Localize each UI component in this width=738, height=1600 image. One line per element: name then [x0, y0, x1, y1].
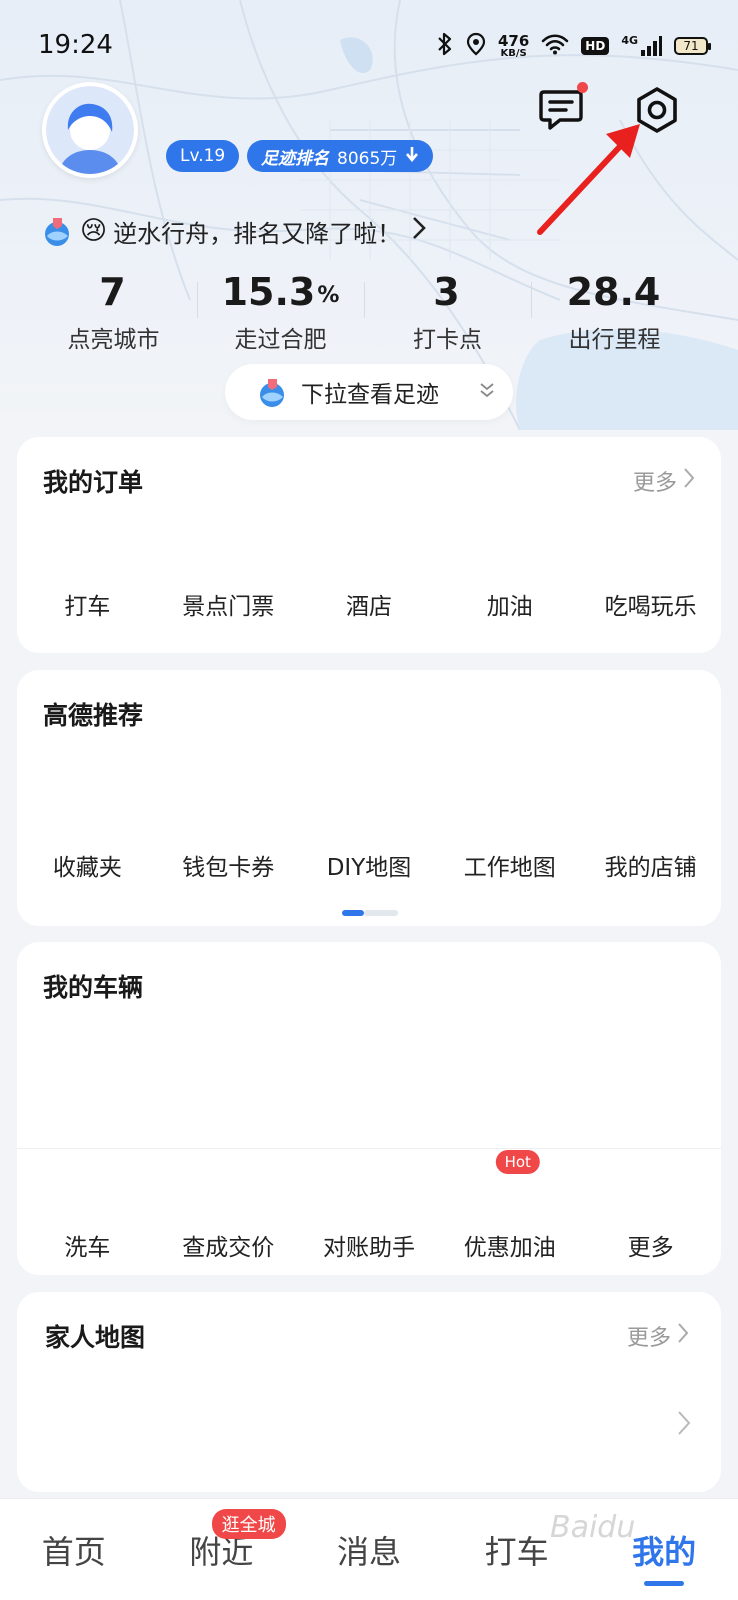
vehicle-item-car-wash[interactable]: 洗车	[17, 1228, 158, 1262]
recommend-title: 高德推荐	[43, 701, 144, 730]
orders-title: 我的订单	[43, 468, 144, 497]
family-map-card: 家人地图 更多	[17, 1292, 721, 1492]
stat-label: 打卡点	[413, 327, 482, 353]
rank-label: 足迹排名	[261, 148, 329, 169]
bottom-tab-bar: 首页 附近 逛全城 消息 打车 我的	[0, 1498, 738, 1600]
chevron-right-icon	[677, 1322, 689, 1350]
stat-value: 15.3	[221, 270, 316, 314]
vehicles-grid: 洗车 查成交价 对账助手 优惠加油 Hot 更多	[17, 1150, 721, 1262]
wifi-icon	[541, 33, 569, 60]
slogan-text: 逆水行舟，排名又降了啦！	[113, 219, 402, 248]
recommend-item-wallet[interactable]: 钱包卡券	[158, 848, 299, 882]
amap-logo-icon	[45, 218, 69, 246]
order-item-food-fun[interactable]: 吃喝玩乐	[580, 587, 721, 621]
signal-label: 4G	[621, 34, 638, 47]
recommend-item-my-store[interactable]: 我的店铺	[580, 848, 721, 882]
order-item-hotel[interactable]: 酒店	[299, 587, 440, 621]
tab-messages[interactable]: 消息	[295, 1499, 443, 1600]
stat-label: 走过合肥	[234, 327, 327, 353]
family-map-more-link[interactable]: 更多	[627, 1320, 689, 1352]
network-speed: 476 KB/S	[497, 31, 530, 59]
vehicle-item-price-check[interactable]: 查成交价	[158, 1228, 299, 1262]
tab-taxi[interactable]: 打车	[443, 1499, 591, 1600]
rank-value: 8065万	[337, 148, 398, 169]
tab-home[interactable]: 首页	[0, 1499, 148, 1600]
page-indicator-inactive	[364, 910, 398, 916]
recommend-card: 高德推荐 收藏夹 钱包卡券 DIY地图 工作地图 我的店铺	[17, 670, 721, 926]
stats-row: 7 点亮城市 15.3% 走过合肥 3 打卡点 28.4 出行里程	[30, 262, 698, 354]
page-indicator-active	[342, 910, 364, 916]
recommend-item-favorites[interactable]: 收藏夹	[17, 848, 158, 882]
stat-label: 点亮城市	[67, 327, 160, 353]
settings-icon[interactable]	[633, 86, 681, 134]
family-map-title: 家人地图	[45, 1323, 146, 1352]
sad-emoji-icon: 😢	[80, 216, 108, 246]
hd-icon: HD	[581, 37, 610, 55]
network-speed-unit: KB/S	[500, 47, 527, 59]
recommend-grid: 收藏夹 钱包卡券 DIY地图 工作地图 我的店铺	[17, 848, 721, 882]
vehicle-item-more[interactable]: 更多	[580, 1228, 721, 1262]
avatar-icon	[46, 86, 134, 174]
order-item-fuel[interactable]: 加油	[439, 587, 580, 621]
tab-label: 消息	[336, 1532, 401, 1571]
stat-unit: %	[317, 283, 340, 308]
chevron-right-icon	[411, 215, 427, 248]
tab-label: 首页	[41, 1532, 106, 1571]
orders-grid: 打车 景点门票 酒店 加油 吃喝玩乐	[17, 587, 721, 621]
stat-hefei-coverage[interactable]: 15.3% 走过合肥	[197, 262, 364, 354]
order-item-taxi[interactable]: 打车	[17, 587, 158, 621]
stat-checkins[interactable]: 3 打卡点	[364, 262, 531, 354]
status-time: 19:24	[38, 30, 113, 60]
stat-lit-cities[interactable]: 7 点亮城市	[30, 262, 197, 354]
battery-icon: 71	[674, 37, 711, 55]
recommend-item-work-map[interactable]: 工作地图	[439, 848, 580, 882]
rank-slogan[interactable]: 😢 逆水行舟，排名又降了啦！	[40, 212, 427, 250]
double-chevron-down-icon	[479, 381, 495, 404]
message-icon[interactable]	[538, 88, 584, 132]
orders-card: 我的订单 更多 打车 景点门票 酒店 加油 吃喝玩乐	[17, 437, 721, 653]
signal-icon: 4G	[621, 35, 662, 57]
orders-more-link[interactable]: 更多	[633, 465, 695, 497]
footprint-rank-badge[interactable]: 足迹排名 8065万	[247, 140, 434, 172]
pull-hint-text: 下拉查看足迹	[301, 382, 439, 408]
bluetooth-icon	[436, 32, 454, 61]
page-indicator	[342, 910, 398, 916]
more-label: 更多	[632, 471, 677, 496]
chevron-right-icon[interactable]	[677, 1410, 691, 1443]
more-label: 更多	[626, 1326, 671, 1351]
battery-level: 71	[683, 39, 699, 53]
hot-badge: Hot	[495, 1150, 540, 1174]
recommend-item-diy-map[interactable]: DIY地图	[299, 848, 440, 882]
location-icon	[466, 32, 486, 61]
down-arrow-icon	[405, 146, 419, 167]
status-icons: 476 KB/S HD 4G 71	[436, 30, 711, 62]
vehicle-item-bill-assistant[interactable]: 对账助手	[299, 1228, 440, 1262]
vehicles-card: 我的车辆 洗车 查成交价 对账助手 优惠加油 Hot 更多	[17, 942, 721, 1275]
tab-mine[interactable]: 我的	[590, 1499, 738, 1600]
message-unread-dot	[577, 82, 588, 93]
tab-label: 打车	[484, 1532, 549, 1571]
stat-value: 28.4	[566, 270, 661, 314]
avatar[interactable]	[42, 82, 138, 178]
chevron-right-icon	[683, 467, 695, 495]
level-badge[interactable]: Lv.19	[166, 140, 240, 172]
amap-logo-icon	[260, 379, 284, 407]
stat-value: 7	[99, 270, 126, 314]
order-item-tickets[interactable]: 景点门票	[158, 587, 299, 621]
stat-label: 出行里程	[568, 327, 661, 353]
tab-label: 我的	[632, 1532, 697, 1571]
tab-nearby[interactable]: 附近 逛全城	[148, 1499, 296, 1600]
active-tab-indicator	[644, 1581, 685, 1586]
stat-value: 3	[433, 270, 460, 314]
vehicles-title: 我的车辆	[43, 973, 144, 1002]
network-speed-value: 476	[497, 31, 530, 50]
vehicle-item-label: 优惠加油	[463, 1235, 556, 1261]
vehicles-divider	[17, 1148, 721, 1149]
vehicle-item-fuel-discount[interactable]: 优惠加油 Hot	[439, 1150, 580, 1262]
status-bar: 19:24 476 KB/S HD 4G 71	[0, 0, 738, 90]
stat-mileage[interactable]: 28.4 出行里程	[531, 262, 698, 354]
nearby-badge: 逛全城	[211, 1509, 286, 1539]
pull-to-view-footprint[interactable]: 下拉查看足迹	[225, 364, 513, 420]
